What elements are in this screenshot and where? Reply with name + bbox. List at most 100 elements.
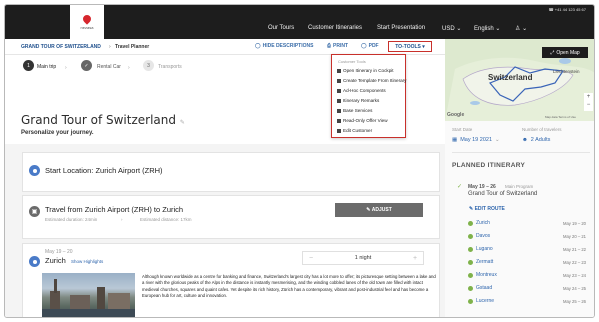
breadcrumb-parent[interactable]: GRAND TOUR OF SWITZERLAND <box>21 44 101 50</box>
nav-customer-itineraries[interactable]: Customer Itineraries <box>308 25 362 31</box>
step-3-badge[interactable]: 3 <box>143 60 154 71</box>
stop-dates: May 24 – 25 <box>562 285 586 291</box>
stop-dates: May 22 – 23 <box>562 259 586 265</box>
stop-info: Davos <box>468 233 490 239</box>
program-title: Grand Tour of Switzerland <box>468 191 538 197</box>
status-dot <box>468 220 473 226</box>
stop-name: Davos <box>476 233 491 239</box>
to-tools-dropdown: Customer Tools Open Itinerary in Cockpit… <box>331 54 406 138</box>
itinerary-stop-lucerne[interactable]: Lucerne May 25 – 26 <box>468 298 586 304</box>
step-2-label[interactable]: Rental Car <box>97 64 121 70</box>
step-1-badge[interactable]: 1 <box>23 60 34 71</box>
edit-route-label: EDIT ROUTE <box>474 206 505 212</box>
stop-description: Although known worldwide as a centre for… <box>142 274 436 299</box>
currency-label: USD <box>442 26 455 32</box>
menu-item-label: Read-Only Offer View <box>343 118 388 123</box>
calendar-icon: ▦ <box>452 137 458 143</box>
stop-info: Gstaad <box>468 285 492 291</box>
itinerary-stop-montreux[interactable]: Montreux May 23 – 24 <box>468 272 586 278</box>
zoom-in-icon[interactable]: + <box>587 94 591 100</box>
copy-icon <box>337 78 341 83</box>
edit-route-link[interactable]: ✎ EDIT ROUTE <box>469 206 505 212</box>
adjust-button[interactable]: ✎ ADJUST <box>335 203 423 217</box>
open-map-button[interactable]: ⤢ Open Map <box>542 47 588 58</box>
pdf-button[interactable]: ◯ PDF <box>361 43 379 49</box>
pencil-icon[interactable]: ✎ <box>180 119 185 126</box>
menu-item-label: Ad-Hoc Components <box>343 88 386 93</box>
menu-read-only-offer[interactable]: Read-Only Offer View <box>337 118 388 123</box>
step-1-label[interactable]: Main trip <box>37 64 56 70</box>
external-link-icon <box>337 68 341 73</box>
check-icon: ✓ <box>457 184 463 190</box>
stop-name: Lugano <box>476 246 493 252</box>
breadcrumb-chevron-icon: › <box>109 44 111 50</box>
menu-create-template[interactable]: Create Template From Itinerary <box>337 78 406 83</box>
car-icon: ▣ <box>29 206 40 217</box>
nav-currency[interactable]: USD ⌄ <box>442 25 461 32</box>
show-highlights-link[interactable]: Show Highlights <box>71 259 103 264</box>
language-label: English <box>474 26 494 32</box>
stop-info: Zurich <box>468 220 490 226</box>
stop-name: Gstaad <box>476 285 493 291</box>
menu-item-label: Create Template From Itinerary <box>343 78 407 83</box>
stop-info: Zermatt <box>468 259 493 265</box>
dropdown-header: Customer Tools <box>338 59 366 64</box>
hide-descriptions-button[interactable]: ◯ HIDE DESCRIPTIONS <box>255 43 313 49</box>
open-map-label: Open Map <box>556 49 580 56</box>
zoom-out-icon[interactable]: − <box>587 102 591 108</box>
stop-info: Lucerne <box>468 298 494 304</box>
menu-open-itinerary-cockpit[interactable]: Open Itinerary in Cockpit <box>337 68 394 73</box>
step-2-check-icon[interactable]: ✓ <box>81 60 92 71</box>
logo[interactable]: nezasa <box>70 5 104 39</box>
plus-button[interactable]: + <box>407 252 423 264</box>
chevron-down-icon: ⌄ <box>456 26 462 32</box>
pdf-label: PDF <box>368 43 379 49</box>
menu-base-services[interactable]: Base Services <box>337 108 372 113</box>
menu-ad-hoc-components[interactable]: Ad-Hoc Components <box>337 88 386 93</box>
status-dot <box>468 285 473 291</box>
document-icon <box>337 118 341 123</box>
user-menu[interactable]: ♙ ⌄ <box>515 25 527 32</box>
services-icon <box>337 108 341 113</box>
menu-edit-customer[interactable]: Edit Customer <box>337 128 372 133</box>
print-button[interactable]: ⎙ PRINT <box>327 43 348 49</box>
transfer-distance-chevron-icon: › <box>121 217 123 222</box>
itinerary-stop-lugano[interactable]: Lugano May 21 – 22 <box>468 246 586 252</box>
nav-start-presentation[interactable]: Start Presentation <box>377 25 425 31</box>
chevron-down-icon: ⌄ <box>495 26 501 32</box>
itinerary-stop-gstaad[interactable]: Gstaad May 24 – 25 <box>468 285 586 291</box>
step-3-label[interactable]: Transports <box>158 64 182 70</box>
to-tools-button[interactable]: TO-TOOLS ▾ <box>388 41 432 52</box>
map-country-label: Switzerland <box>488 73 533 82</box>
trip-title: Grand Tour of Switzerland <box>21 113 176 127</box>
nights-stepper[interactable]: − 1 night + <box>302 251 424 265</box>
people-icon: ☻ <box>522 137 528 143</box>
location-pin-icon <box>29 165 40 176</box>
start-date-picker[interactable]: ▦ May 19 2021 ⌄ <box>452 137 500 143</box>
program-tag: Main Program <box>505 184 534 189</box>
travelers-value: 2 Adults <box>530 137 551 143</box>
itinerary-stop-davos[interactable]: Davos May 20 – 21 <box>468 233 586 239</box>
nav-language[interactable]: English ⌄ <box>474 25 500 32</box>
nav-our-tours[interactable]: Our Tours <box>268 25 294 31</box>
menu-itinerary-remarks[interactable]: Itinerary Remarks <box>337 98 379 103</box>
print-icon: ⎙ <box>327 43 332 49</box>
browser-frame: nezasa ☎ +41 44 123 45 67 Our Tours Cust… <box>4 4 595 318</box>
stop-info: Montreux <box>468 272 497 278</box>
phone-number[interactable]: ☎ +41 44 123 45 67 <box>549 7 586 12</box>
zurich-photo <box>42 273 135 317</box>
logo-pin-icon <box>81 12 93 25</box>
stop-info: Lugano <box>468 246 493 252</box>
map-zoom-control[interactable]: + − <box>584 93 593 111</box>
start-date-label: Start Date <box>452 127 473 132</box>
stop-name: Zurich <box>476 220 490 226</box>
stop-dates: May 23 – 24 <box>562 272 586 278</box>
stop-dates: May 20 – 21 <box>562 233 586 239</box>
minus-button[interactable]: − <box>303 252 319 264</box>
components-icon <box>337 88 341 93</box>
page-subtitle: Personalize your journey. <box>21 130 94 136</box>
travelers-selector[interactable]: ☻ 2 Adults <box>522 137 550 143</box>
map-footer[interactable]: Map data Terms of Use <box>545 115 576 119</box>
itinerary-stop-zermatt[interactable]: Zermatt May 22 – 23 <box>468 259 586 265</box>
itinerary-stop-zurich[interactable]: Zurich May 19 – 20 <box>468 220 586 226</box>
